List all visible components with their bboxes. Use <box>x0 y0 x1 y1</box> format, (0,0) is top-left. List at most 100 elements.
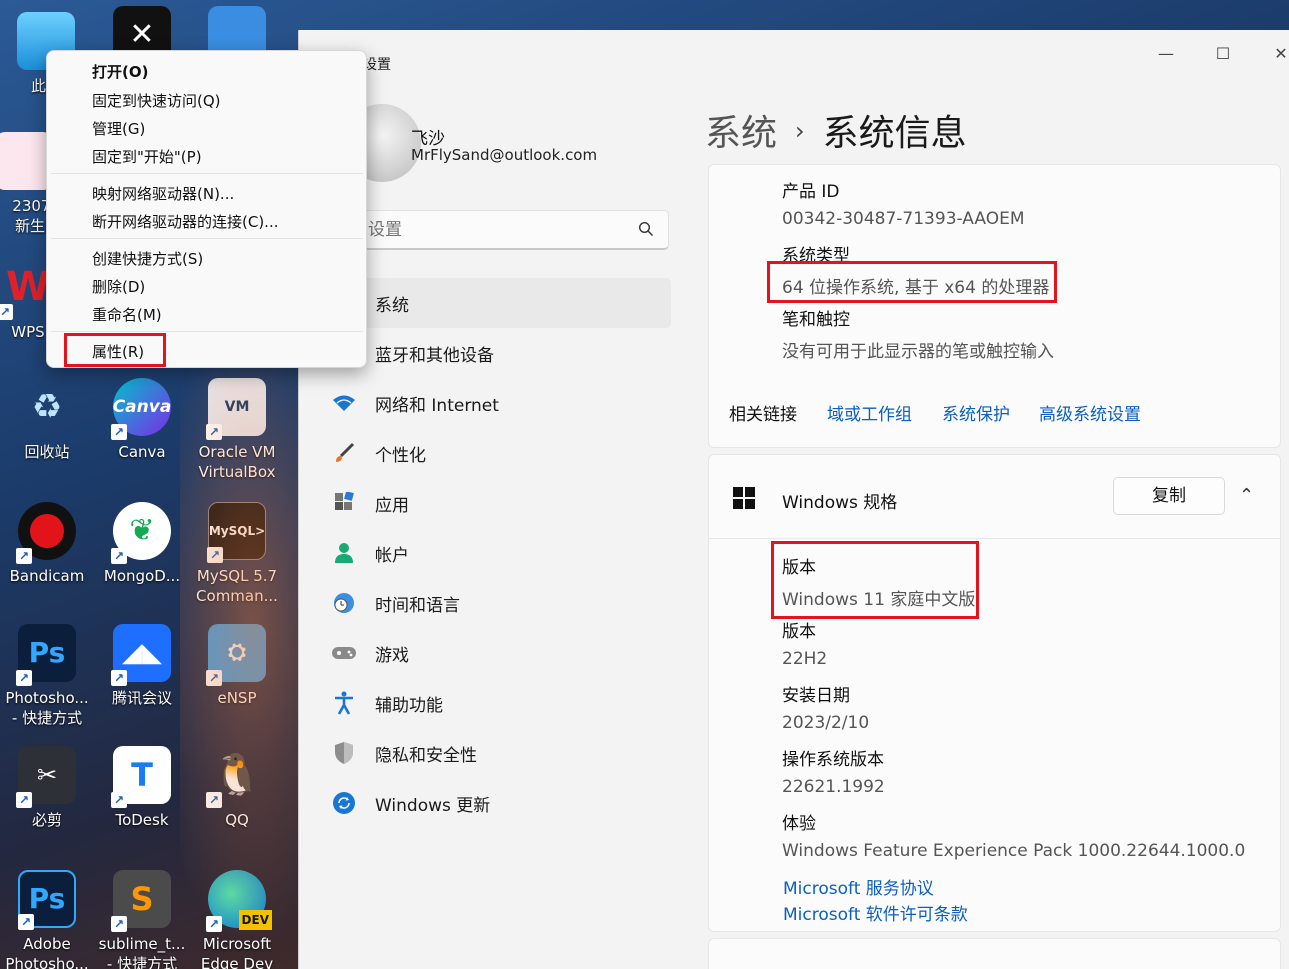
menu-separator <box>51 331 363 332</box>
title-bar: 设置 — ☐ ✕ <box>299 30 1289 78</box>
highlight-box <box>767 261 1057 303</box>
desktop-icon-ensp[interactable]: ⛭ ↗ eNSP <box>189 620 285 738</box>
nav-item-accessibility[interactable]: 辅助功能 <box>321 678 671 728</box>
chevron-up-icon[interactable]: ⌃ <box>1239 485 1254 506</box>
link-domain-workgroup[interactable]: 域或工作组 <box>827 400 912 425</box>
mysql-terminal-icon: MySQL> ↗ <box>207 502 266 563</box>
tencent-meeting-icon: ◢◣ ↗ <box>111 624 171 686</box>
nav-item-windows-update[interactable]: Windows 更新 <box>321 778 671 828</box>
user-profile[interactable]: 飞沙 MrFlySand@outlook.com <box>343 102 693 182</box>
shortcut-arrow-icon: ↗ <box>206 424 222 440</box>
desktop-icon-todesk[interactable]: T ↗ ToDesk <box>94 742 190 860</box>
menu-item-pin-start[interactable]: 固定到"开始"(P) <box>92 146 202 167</box>
desktop-icon-photoshop-shortcut[interactable]: Ps ↗ Photosho... - 快捷方式 <box>0 620 95 738</box>
qq-penguin-icon: 🐧 ↗ <box>206 746 266 808</box>
page-title: 系统信息 <box>822 113 967 154</box>
nav-item-accounts[interactable]: 帐户 <box>321 528 671 578</box>
menu-item-create-shortcut[interactable]: 创建快捷方式(S) <box>92 248 203 269</box>
copy-button[interactable]: 复制 <box>1113 477 1225 515</box>
desktop-icon-label: Photosho... - 快捷方式 <box>5 689 89 727</box>
nav-item-time-language[interactable]: 时间和语言 <box>321 578 671 628</box>
link-advanced-system-settings[interactable]: 高级系统设置 <box>1039 400 1141 425</box>
minimize-icon[interactable]: — <box>1151 42 1181 66</box>
accessibility-icon <box>331 690 357 716</box>
desktop-icon-virtualbox[interactable]: VM ↗ Oracle VM VirtualBox <box>189 374 285 492</box>
nav-item-label: 个性化 <box>375 445 426 466</box>
install-date-label: 安装日期 <box>782 686 850 706</box>
desktop-icon-bandicam[interactable]: ↗ Bandicam <box>0 498 95 616</box>
maximize-icon[interactable]: ☐ <box>1208 42 1238 66</box>
link-microsoft-license-terms[interactable]: Microsoft 软件许可条款 <box>783 900 968 925</box>
edge-dev-icon: DEV ↗ <box>206 870 272 932</box>
shortcut-arrow-icon: ↗ <box>207 547 223 563</box>
clock-globe-icon <box>331 590 357 616</box>
nav-item-system[interactable]: 系统 <box>321 278 671 328</box>
shield-icon <box>331 740 357 766</box>
menu-separator <box>51 173 363 174</box>
nav-item-personalization[interactable]: 个性化 <box>321 428 671 478</box>
shortcut-arrow-icon: ↗ <box>16 670 32 686</box>
shortcut-arrow-icon: ↗ <box>111 548 127 564</box>
person-icon <box>331 540 357 566</box>
desktop-icon-label: 腾讯会议 <box>111 689 172 707</box>
menu-item-disconnect-network-drive[interactable]: 断开网络驱动器的连接(C)... <box>92 211 278 232</box>
desktop-icon-canva[interactable]: Canva ↗ Canva <box>94 374 190 492</box>
breadcrumb-parent[interactable]: 系统 <box>705 113 777 154</box>
nav-item-label: Windows 更新 <box>375 795 491 816</box>
desktop-icon-label: Oracle VM VirtualBox <box>198 443 276 481</box>
desktop-icon-mongodb[interactable]: ❦ ↗ MongoD... <box>94 498 190 616</box>
desktop-icon-adobe-photoshop[interactable]: Ps ↗ Adobe Photosho... <box>0 866 95 969</box>
user-email: MrFlySand@outlook.com <box>411 146 598 164</box>
link-microsoft-services-agreement[interactable]: Microsoft 服务协议 <box>783 874 934 899</box>
nav-item-label: 时间和语言 <box>375 595 460 616</box>
nav-item-privacy[interactable]: 隐私和安全性 <box>321 728 671 778</box>
menu-item-open[interactable]: 打开(O) <box>92 61 148 82</box>
shortcut-arrow-icon: ↗ <box>16 548 32 564</box>
desktop-icon-tencent-meeting[interactable]: ◢◣ ↗ 腾讯会议 <box>94 620 190 738</box>
desktop-icon-sublime[interactable]: S ↗ sublime_t... - 快捷方式 <box>94 866 190 969</box>
desktop-icon-mysql[interactable]: MySQL> ↗ MySQL 5.7 Comman... <box>189 498 285 616</box>
settings-nav: 系统 蓝牙和其他设备 网络和 Internet 个性化 应用 帐户 时间和语言 <box>321 278 671 828</box>
photoshop-icon: Ps ↗ <box>18 870 76 930</box>
search-input[interactable] <box>368 219 628 241</box>
shortcut-arrow-icon: ↗ <box>18 914 34 930</box>
desktop-icon-label: QQ <box>225 811 249 829</box>
desktop-icon-recycle-bin[interactable]: ♻ 回收站 <box>0 374 95 492</box>
windows-logo-icon <box>733 487 755 509</box>
highlight-box <box>64 333 166 367</box>
canva-icon: Canva ↗ <box>111 378 171 440</box>
nav-item-gaming[interactable]: 游戏 <box>321 628 671 678</box>
menu-item-manage[interactable]: 管理(G) <box>92 118 145 139</box>
close-icon[interactable]: ✕ <box>1266 42 1289 66</box>
related-links: 相关链接 域或工作组 系统保护 高级系统设置 <box>708 376 1281 448</box>
desktop-icon-label: eNSP <box>217 689 257 707</box>
nav-item-network[interactable]: 网络和 Internet <box>321 378 671 428</box>
windows-spec-header[interactable]: Windows 规格 复制 ⌃ <box>709 455 1280 539</box>
device-spec-card: 产品 ID 00342-30487-71393-AAOEM 系统类型 64 位操… <box>708 164 1281 376</box>
desktop-icon-label: ToDesk <box>115 811 169 829</box>
apps-icon <box>331 490 357 516</box>
bijian-icon: ✂ ↗ <box>16 746 76 808</box>
settings-search[interactable] <box>359 210 669 250</box>
shortcut-arrow-icon: ↗ <box>111 424 127 440</box>
menu-item-pin-quick-access[interactable]: 固定到快速访问(Q) <box>92 90 221 111</box>
highlight-box <box>771 541 979 619</box>
nav-item-label: 蓝牙和其他设备 <box>375 345 494 366</box>
pen-touch-label: 笔和触控 <box>782 310 850 330</box>
menu-separator <box>51 238 363 239</box>
desktop-icon-bijian[interactable]: ✂ ↗ 必剪 <box>0 742 95 860</box>
shortcut-arrow-icon: ↗ <box>0 304 13 320</box>
link-system-protection[interactable]: 系统保护 <box>942 400 1010 425</box>
nav-item-apps[interactable]: 应用 <box>321 478 671 528</box>
mongodb-leaf-icon: ❦ ↗ <box>111 502 171 564</box>
shortcut-arrow-icon: ↗ <box>206 916 222 932</box>
desktop-icon-label: Canva <box>118 443 166 461</box>
desktop-icon-edge-dev[interactable]: DEV ↗ Microsoft Edge Dev <box>189 866 285 969</box>
menu-item-delete[interactable]: 删除(D) <box>92 276 145 297</box>
wifi-icon <box>331 390 357 416</box>
menu-item-map-network-drive[interactable]: 映射网络驱动器(N)... <box>92 183 234 204</box>
menu-item-rename[interactable]: 重命名(M) <box>92 304 162 325</box>
recycle-bin-icon: ♻ <box>31 387 63 427</box>
nav-item-bluetooth[interactable]: 蓝牙和其他设备 <box>321 328 671 378</box>
desktop-icon-qq[interactable]: 🐧 ↗ QQ <box>189 742 285 860</box>
